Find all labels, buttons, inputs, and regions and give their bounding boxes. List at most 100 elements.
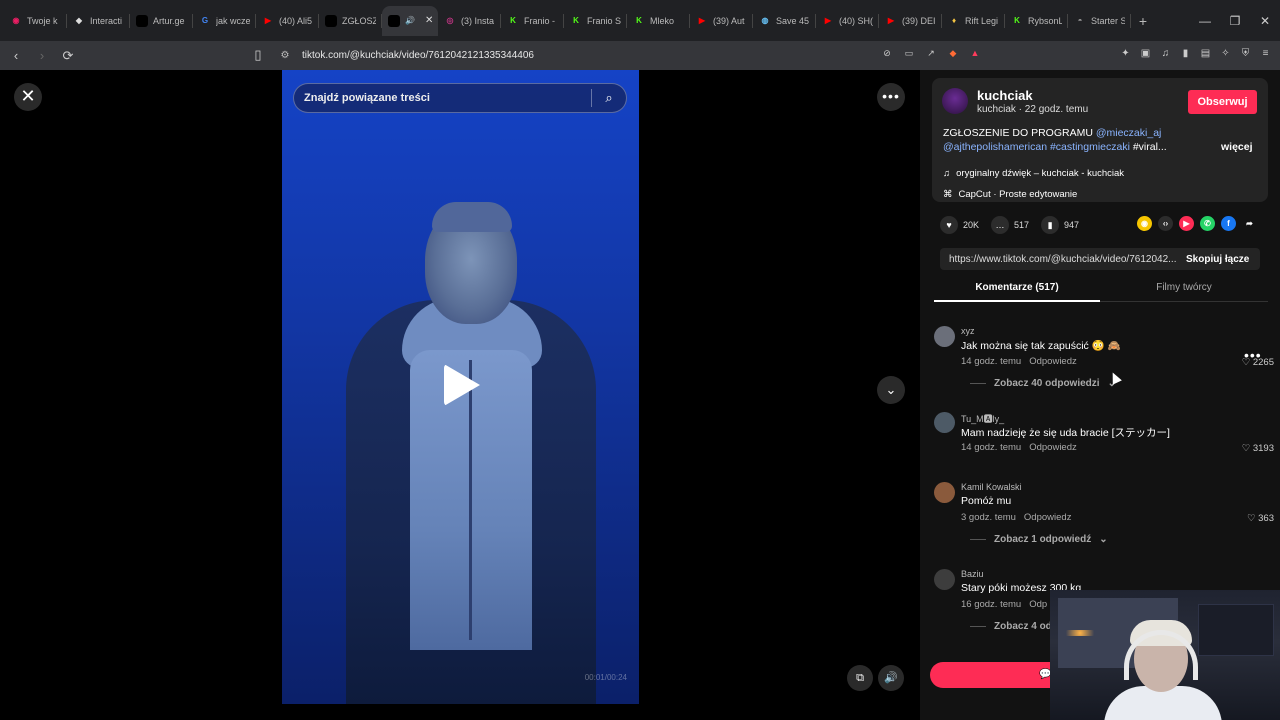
commenter-avatar[interactable] <box>934 326 955 347</box>
tiktok-icon: ♪ <box>388 14 400 27</box>
site-info-icon[interactable]: ⚙ <box>278 50 292 61</box>
view-replies-button[interactable]: Zobacz 40 odpowiedzi ⌄ <box>970 378 1116 389</box>
video-player[interactable]: Znajdź powiązane treści ⌕ 00:01/00:24 <box>282 70 639 704</box>
browser-tab[interactable]: ♪🔊k✕ <box>382 5 438 36</box>
browser-tab[interactable]: ♦ Rift Legi <box>942 6 1005 36</box>
comment-like-count: 363 <box>1258 513 1274 524</box>
close-icon[interactable]: ✕ <box>14 83 42 111</box>
browser-tab[interactable]: ◓ Starter S <box>1068 6 1131 36</box>
commenter-name[interactable]: xyz <box>961 326 975 336</box>
browser-tab[interactable]: ◎ (3) Insta <box>438 6 501 36</box>
no-track-icon[interactable]: ⊘ <box>880 46 894 60</box>
browser-tab[interactable]: ♪ Artur.ge <box>130 6 193 36</box>
next-video-icon[interactable]: ⌄ <box>877 376 905 404</box>
tab-title: (40) Ali5 <box>279 15 313 26</box>
capcut-row[interactable]: ⌘ CapCut · Proste edytowanie <box>943 189 1077 200</box>
copy-link-button[interactable]: Skopiuj łącze <box>1186 254 1249 265</box>
browser-tab[interactable]: K RybsonL <box>1005 6 1068 36</box>
related-search-bar[interactable]: Znajdź powiązane treści ⌕ <box>293 83 627 113</box>
menu-icon[interactable]: ≡ <box>1259 47 1272 60</box>
browser-tab[interactable]: K Franio - <box>501 6 564 36</box>
hashtag-link[interactable]: #castingmieczaki <box>1050 141 1130 153</box>
media-icon[interactable]: ♫ <box>1159 47 1172 60</box>
comment-meta: 14 godz. temu Odpowiedz <box>961 356 1077 367</box>
music-title: oryginalny dźwięk – kuchciak - kuchciak <box>956 168 1125 179</box>
facebook-icon[interactable]: f <box>1221 216 1236 231</box>
browser-tab[interactable]: ▶ (39) DEI <box>879 6 942 36</box>
commenter-avatar[interactable] <box>934 412 955 433</box>
commenter-avatar[interactable] <box>934 482 955 503</box>
tab-title: RybsonL <box>1028 15 1062 26</box>
commenter-name[interactable]: Kamil Kowalski <box>961 482 1022 492</box>
author-avatar[interactable] <box>942 88 968 114</box>
search-icon[interactable]: ⌕ <box>592 90 626 106</box>
save-button[interactable]: ▮ 947 <box>1041 216 1079 234</box>
rewards-icon[interactable]: ▲ <box>968 46 982 60</box>
volume-icon[interactable]: 🔊 <box>878 665 904 691</box>
cast-icon[interactable]: ▭ <box>902 46 916 60</box>
send-icon[interactable]: ▶ <box>1179 216 1194 231</box>
wallet-icon[interactable]: ▤ <box>1199 47 1212 60</box>
comment-count-button[interactable]: … 517 <box>991 216 1029 234</box>
sidebar-icon[interactable]: ▮ <box>1179 47 1192 60</box>
floating-player-icon[interactable]: ⧉ <box>847 665 873 691</box>
back-icon[interactable]: ‹ <box>6 46 26 66</box>
browser-tab[interactable]: ◍ Save 45 <box>753 6 816 36</box>
commenter-name[interactable]: Tu_M🅰ly_ <box>961 412 1004 425</box>
browser-tab[interactable]: ◉ Twoje k <box>4 6 67 36</box>
browser-tab[interactable]: K Franio S <box>564 6 627 36</box>
share-arrow-icon[interactable]: ➦ <box>1242 216 1257 231</box>
close-window-icon[interactable]: ✕ <box>1250 14 1280 28</box>
minimize-icon[interactable]: — <box>1190 14 1220 28</box>
embed-icon[interactable]: ‹› <box>1158 216 1173 231</box>
commenter-name[interactable]: Baziu <box>961 569 984 579</box>
more-options-icon[interactable]: ••• <box>877 83 905 111</box>
mention-link[interactable]: @ajthepolishamerican <box>943 141 1047 153</box>
youtube-icon: ▶ <box>698 15 706 25</box>
whatsapp-icon[interactable]: ✆ <box>1200 216 1215 231</box>
browser-tab[interactable]: ▶ (40) SH( <box>816 6 879 36</box>
tab-comments[interactable]: Komentarze (517) <box>934 278 1100 302</box>
leo-icon[interactable]: ✧ <box>1219 47 1232 60</box>
reply-button[interactable]: Odpowiedz <box>1029 356 1077 367</box>
view-replies-button[interactable]: Zobacz 1 odpowiedź ⌄ <box>970 534 1108 545</box>
tab-search-icon[interactable]: ▣ <box>1139 47 1152 60</box>
like-button[interactable]: ♥ 20K <box>940 216 979 234</box>
browser-tab[interactable]: ♪ ZGŁOSZ <box>319 6 382 36</box>
forward-icon[interactable]: › <box>32 46 52 66</box>
brave-shield-icon[interactable]: ◆ <box>946 46 960 60</box>
share-url[interactable]: https://www.tiktok.com/@kuchciak/video/7… <box>940 254 1176 265</box>
vpn-icon[interactable]: ⛨ <box>1239 47 1252 60</box>
speaker-icon[interactable]: 🔊 <box>405 16 415 25</box>
maximize-icon[interactable]: ❐ <box>1220 14 1250 28</box>
reply-button[interactable]: Odpowiedz <box>1024 512 1072 523</box>
reply-button[interactable]: Odpowiedz <box>1029 442 1077 453</box>
browser-tab[interactable]: ◆ Interacti <box>67 6 130 36</box>
coin-icon[interactable]: ◉ <box>1137 216 1152 231</box>
extensions-icon[interactable]: ✦ <box>1119 47 1132 60</box>
browser-tab[interactable]: ▶ (39) Aut <box>690 6 753 36</box>
play-icon[interactable] <box>444 364 480 406</box>
commenter-avatar[interactable] <box>934 569 955 590</box>
reload-icon[interactable]: ⟳ <box>58 46 78 66</box>
share-page-icon[interactable]: ↗ <box>924 46 938 60</box>
tab-title: Artur.ge <box>153 15 185 26</box>
comment-like-button[interactable]: ♡ 363 <box>1247 513 1274 524</box>
follow-button[interactable]: Obserwuj <box>1188 90 1257 114</box>
mention-link[interactable]: @mieczaki_aj <box>1096 127 1162 139</box>
browser-tab[interactable]: Gjak wcze <box>193 6 256 36</box>
browser-tab[interactable]: ▶ (40) Ali5 <box>256 6 319 36</box>
comment-text: Mam nadzieję że się uda bracie [ステッカー] <box>961 427 1170 439</box>
tab-title: (39) DEI <box>902 15 936 26</box>
comment-more-icon[interactable]: ••• <box>1244 347 1262 363</box>
close-tab-icon[interactable]: ✕ <box>425 15 433 26</box>
music-row[interactable]: ♫ oryginalny dźwięk – kuchciak - kuchcia… <box>943 168 1124 179</box>
new-tab-button[interactable]: + <box>1131 13 1155 29</box>
bookmark-icon[interactable]: ▯ <box>248 45 268 65</box>
reply-button[interactable]: Odp <box>1029 599 1047 610</box>
browser-tab[interactable]: K Mleko <box>627 6 690 36</box>
comment-like-button[interactable]: ♡ 3193 <box>1242 443 1274 454</box>
show-more-link[interactable]: więcej <box>1221 141 1253 153</box>
tab-creator-videos[interactable]: Filmy twórcy <box>1100 278 1268 302</box>
author-name[interactable]: kuchciak <box>977 88 1033 103</box>
